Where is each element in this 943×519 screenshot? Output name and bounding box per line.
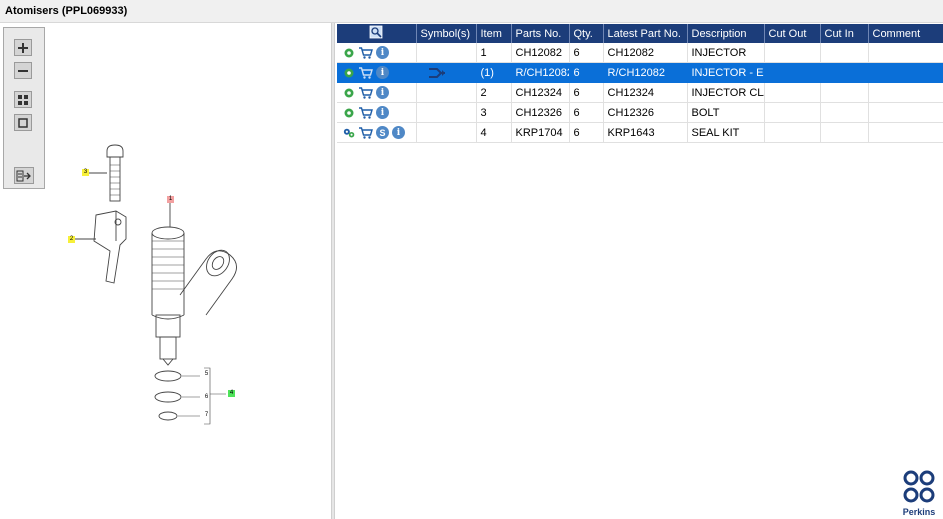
perkins-logo-mark [903,470,935,503]
header-parts-no[interactable]: Parts No. [511,24,570,43]
cell-cut-out [764,102,821,123]
cell-item: 1 [476,43,512,63]
header-qty[interactable]: Qty. [569,24,604,43]
cell-parts-no: CH12324 [511,82,570,103]
callout-3[interactable]: 3 [82,169,89,176]
perkins-logo: Perkins [899,469,939,517]
table-header: Symbol(s) Item Parts No. Qty. Latest Par… [337,24,943,43]
cell-parts-no: R/CH12082 [511,62,570,83]
parts-table: Symbol(s) Item Parts No. Qty. Latest Par… [337,24,943,143]
callout-5[interactable]: 5 [203,371,210,378]
cell-description: INJECTOR - EXCHANGE [687,62,765,83]
table-row[interactable]: S i 4 KRP1704 6 KRP1643 SEAL KIT [337,122,943,143]
cell-cut-in [820,122,869,143]
table-row[interactable]: i 3 CH12326 6 CH12326 BOLT [337,102,943,123]
cell-cut-out [764,62,821,83]
cell-symbols [416,122,477,143]
header-cut-in[interactable]: Cut In [820,24,869,43]
cart-icon[interactable] [358,66,373,79]
service-kit-icon[interactable]: S [376,126,389,139]
cell-latest-part-no: R/CH12082 [603,62,688,83]
cell-qty: 6 [569,43,604,63]
cell-parts-no: CH12082 [511,43,570,63]
cell-latest-part-no: CH12326 [603,102,688,123]
header-icons[interactable] [337,24,417,43]
exploded-view-drawing [74,144,237,425]
header-item[interactable]: Item [476,24,512,43]
gear-icon[interactable] [343,67,355,79]
cell-symbols [416,82,477,103]
info-icon[interactable]: i [392,126,405,139]
cart-icon[interactable] [358,46,373,59]
cell-comment [868,102,943,123]
cell-comment [868,82,943,103]
cell-symbols [416,43,477,63]
cart-icon[interactable] [358,106,373,119]
cart-icon[interactable] [358,86,373,99]
gear-icon[interactable] [343,87,355,99]
cell-cut-in [820,62,869,83]
header-symbols[interactable]: Symbol(s) [416,24,477,43]
window-title: Atomisers (PPL069933) [5,5,128,17]
info-icon[interactable]: i [376,46,389,59]
callout-2[interactable]: 2 [68,236,75,243]
cell-item: 2 [476,82,512,103]
header-cut-out[interactable]: Cut Out [764,24,821,43]
cell-cut-out [764,122,821,143]
title-bar: Atomisers (PPL069933) [0,0,943,23]
header-description[interactable]: Description [687,24,765,43]
gears-icon[interactable] [343,127,355,139]
diagram-pane[interactable]: 3 2 1 4 5 6 7 [0,23,331,519]
cell-comment [868,122,943,143]
cell-comment [868,43,943,63]
cell-qty: 6 [569,122,604,143]
cell-latest-part-no: CH12082 [603,43,688,63]
cell-parts-no: KRP1704 [511,122,570,143]
cell-cut-out [764,43,821,63]
cell-symbols [416,102,477,123]
cell-item: 3 [476,102,512,123]
cell-comment [868,62,943,83]
search-parts-icon [369,25,383,39]
gear-icon[interactable] [343,47,355,59]
callout-1[interactable]: 1 [167,196,174,203]
cell-qty: 6 [569,62,604,83]
cell-cut-in [820,82,869,103]
cell-cut-in [820,43,869,63]
cell-qty: 6 [569,82,604,103]
info-icon[interactable]: i [376,106,389,119]
cell-description: INJECTOR [687,43,765,63]
cell-cut-out [764,82,821,103]
cell-description: BOLT [687,102,765,123]
cell-latest-part-no: CH12324 [603,82,688,103]
header-latest-part-no[interactable]: Latest Part No. [603,24,688,43]
cell-description: SEAL KIT [687,122,765,143]
cell-item: 4 [476,122,512,143]
cell-item: (1) [476,62,512,83]
parts-list-pane: Symbol(s) Item Parts No. Qty. Latest Par… [335,23,943,519]
info-icon[interactable]: i [376,86,389,99]
cart-icon[interactable] [358,126,373,139]
cell-description: INJECTOR CLAMP [687,82,765,103]
table-row[interactable]: i 1 CH12082 6 CH12082 INJECTOR [337,43,943,63]
cell-parts-no: CH12326 [511,102,570,123]
cell-qty: 6 [569,102,604,123]
exchange-arrows-icon[interactable] [427,66,447,80]
perkins-logo-text: Perkins [902,507,936,517]
cell-latest-part-no: KRP1643 [603,122,688,143]
table-row[interactable]: i 2 CH12324 6 CH12324 INJECTOR CLAMP [337,82,943,103]
cell-cut-in [820,102,869,123]
callout-6[interactable]: 6 [203,394,210,401]
callout-7[interactable]: 7 [203,412,210,419]
info-icon[interactable]: i [376,66,389,79]
gear-icon[interactable] [343,107,355,119]
callout-4[interactable]: 4 [228,390,235,397]
header-comment[interactable]: Comment [868,24,943,43]
cell-symbols [416,62,477,83]
table-row-selected[interactable]: i (1) R/CH12082 6 R/CH12082 INJECTOR - E… [337,62,943,83]
